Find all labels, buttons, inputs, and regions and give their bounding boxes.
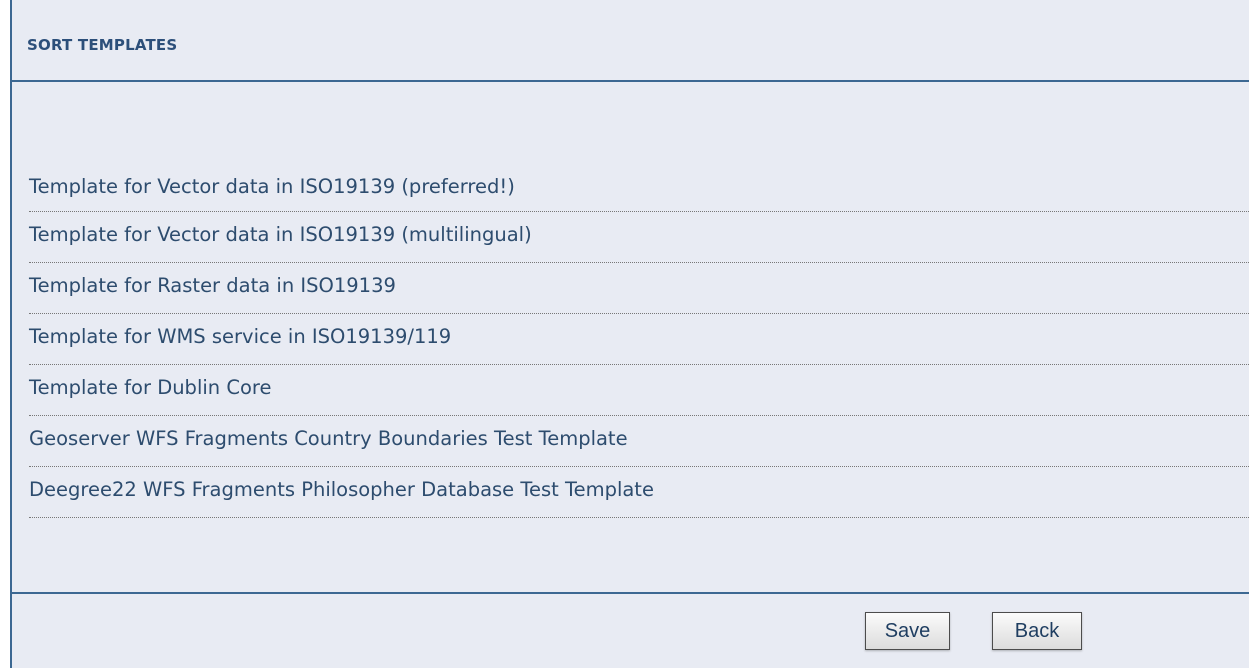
panel-header: SORT TEMPLATES <box>12 0 1249 82</box>
template-item-vector-multilingual[interactable]: Template for Vector data in ISO19139 (mu… <box>29 212 1249 263</box>
template-item-geoserver-wfs[interactable]: Geoserver WFS Fragments Country Boundari… <box>29 416 1249 467</box>
template-list: Template for Vector data in ISO19139 (pr… <box>29 166 1249 518</box>
template-item-dublin-core[interactable]: Template for Dublin Core <box>29 365 1249 416</box>
template-item-vector-preferred[interactable]: Template for Vector data in ISO19139 (pr… <box>29 166 1249 212</box>
template-item-deegree-wfs[interactable]: Deegree22 WFS Fragments Philosopher Data… <box>29 467 1249 518</box>
back-button[interactable]: Back <box>992 612 1082 650</box>
panel-title: SORT TEMPLATES <box>27 36 178 54</box>
page: SORT TEMPLATES Template for Vector data … <box>0 0 1249 668</box>
template-item-raster[interactable]: Template for Raster data in ISO19139 <box>29 263 1249 314</box>
template-item-wms-service[interactable]: Template for WMS service in ISO19139/119 <box>29 314 1249 365</box>
save-button[interactable]: Save <box>865 612 950 650</box>
panel-footer: Save Back <box>12 592 1249 668</box>
sort-templates-panel: SORT TEMPLATES Template for Vector data … <box>10 0 1249 668</box>
